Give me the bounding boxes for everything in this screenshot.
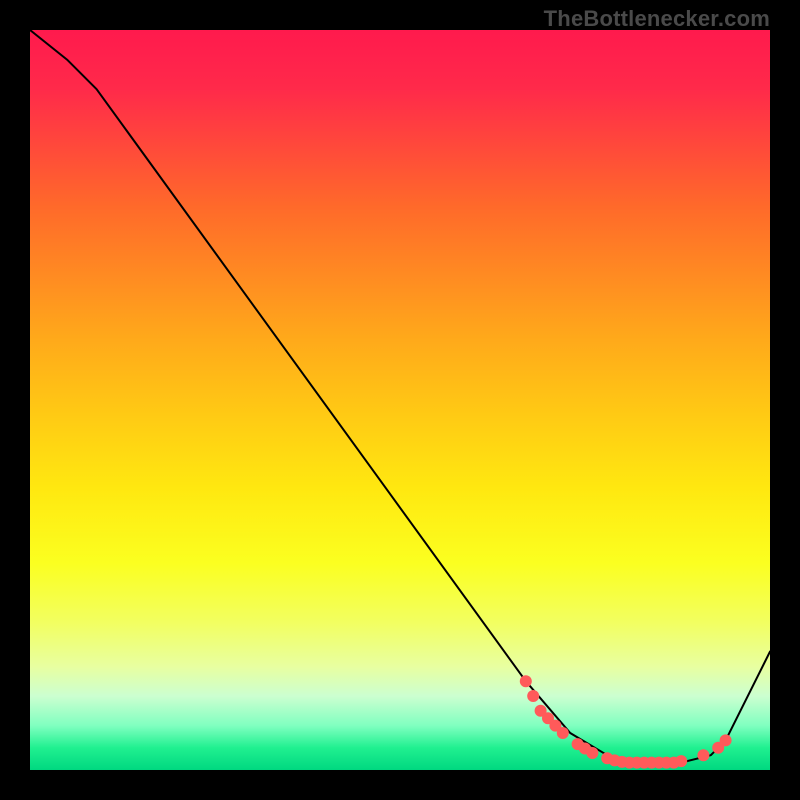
chart-svg bbox=[30, 30, 770, 770]
data-dot bbox=[520, 675, 532, 687]
chart-frame: TheBottlenecker.com bbox=[0, 0, 800, 800]
data-dot bbox=[586, 747, 598, 759]
data-dot bbox=[720, 734, 732, 746]
data-dots bbox=[520, 675, 732, 768]
data-dot bbox=[675, 755, 687, 767]
data-dot bbox=[557, 727, 569, 739]
data-dot bbox=[527, 690, 539, 702]
plot-area bbox=[30, 30, 770, 770]
data-dot bbox=[697, 749, 709, 761]
watermark-text: TheBottlenecker.com bbox=[544, 6, 770, 32]
bottleneck-curve bbox=[30, 30, 770, 763]
